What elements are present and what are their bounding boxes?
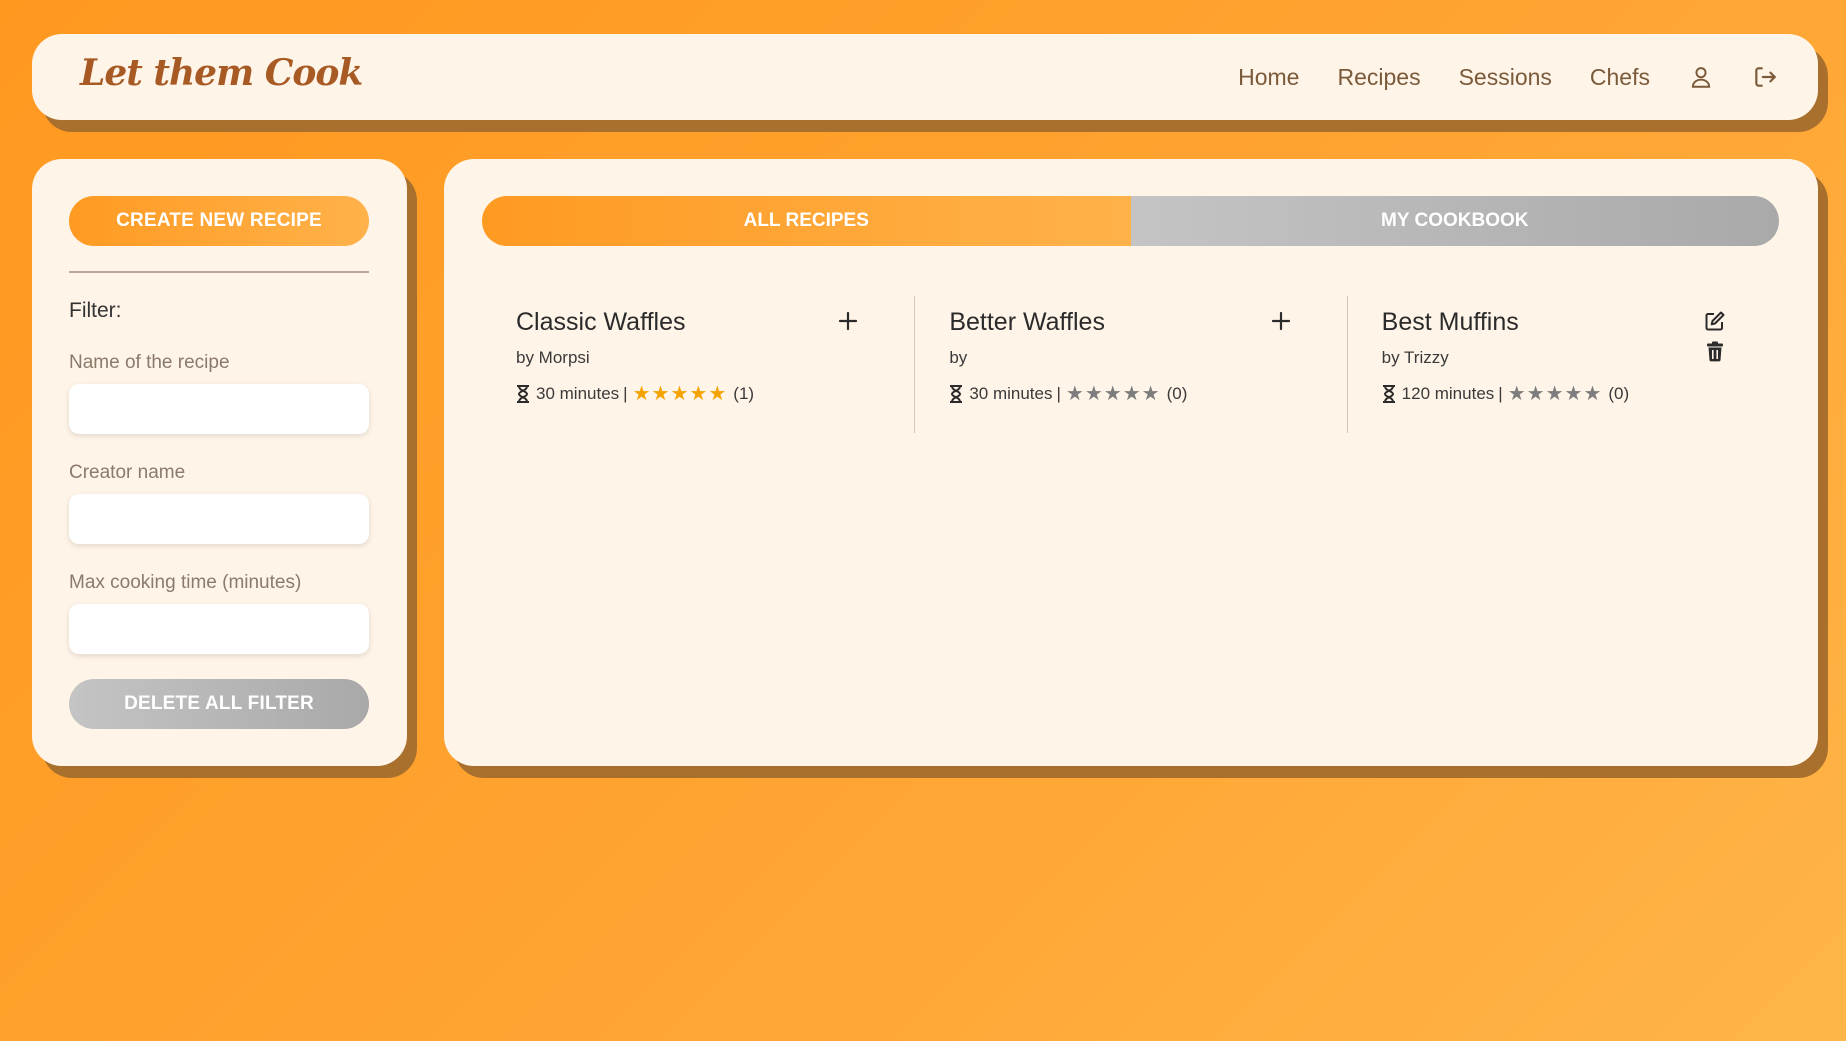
hourglass-icon xyxy=(1382,385,1395,403)
star-filled-icon[interactable]: ★ xyxy=(708,384,726,404)
star-empty-icon[interactable]: ★ xyxy=(1527,384,1545,404)
star-empty-icon[interactable]: ★ xyxy=(1508,384,1526,404)
star-filled-icon[interactable]: ★ xyxy=(633,384,651,404)
star-filled-icon[interactable]: ★ xyxy=(689,384,707,404)
sidebar-divider xyxy=(69,271,369,273)
max-time-label: Max cooking time (minutes) xyxy=(69,572,302,593)
create-recipe-button[interactable]: CREATE NEW RECIPE xyxy=(69,196,369,246)
plus-icon[interactable] xyxy=(837,310,859,332)
star-empty-icon[interactable]: ★ xyxy=(1104,384,1122,404)
trash-icon[interactable] xyxy=(1704,340,1726,362)
max-time-input[interactable] xyxy=(69,604,369,654)
star-filled-icon[interactable]: ★ xyxy=(670,384,688,404)
tab-my-cookbook[interactable]: MY COOKBOOK xyxy=(1130,196,1779,246)
creator-name-input[interactable] xyxy=(69,494,369,544)
user-icon[interactable] xyxy=(1688,64,1714,90)
recipe-meta: 30 minutes | ★ ★ ★ ★ ★ (0) xyxy=(949,384,1187,404)
recipe-title[interactable]: Classic Waffles xyxy=(516,308,685,337)
nav-chefs[interactable]: Chefs xyxy=(1590,64,1650,91)
rating-count: (0) xyxy=(1608,384,1630,403)
star-empty-icon[interactable]: ★ xyxy=(1142,384,1160,404)
rating-stars: ★ ★ ★ ★ ★ xyxy=(1066,384,1160,404)
star-empty-icon[interactable]: ★ xyxy=(1583,384,1601,404)
rating-stars: ★ ★ ★ ★ ★ xyxy=(1508,384,1602,404)
recipe-author: by Morpsi xyxy=(516,348,590,367)
recipes-panel: ALL RECIPES MY COOKBOOK Classic Waffles … xyxy=(444,159,1818,766)
star-empty-icon[interactable]: ★ xyxy=(1066,384,1084,404)
recipe-title[interactable]: Best Muffins xyxy=(1382,308,1519,337)
recipe-name-input[interactable] xyxy=(69,384,369,434)
filter-title: Filter: xyxy=(69,299,122,322)
delete-all-filter-button[interactable]: DELETE ALL FILTER xyxy=(69,679,369,729)
recipe-card[interactable]: Best Muffins by Trizzy 120 minutes | ★ ★ ★… xyxy=(1346,296,1779,433)
star-empty-icon[interactable]: ★ xyxy=(1546,384,1564,404)
meta-separator: | xyxy=(1498,384,1503,403)
tab-all-recipes[interactable]: ALL RECIPES xyxy=(482,196,1131,246)
recipe-title[interactable]: Better Waffles xyxy=(949,308,1105,337)
star-filled-icon[interactable]: ★ xyxy=(652,384,670,404)
logout-icon[interactable] xyxy=(1752,64,1778,90)
recipe-list: Classic Waffles by Morpsi 30 minutes | ★… xyxy=(482,296,1779,433)
rating-count: (0) xyxy=(1166,384,1188,403)
main-nav: Home Recipes Sessions Chefs xyxy=(1238,34,1778,120)
edit-icon[interactable] xyxy=(1704,310,1726,332)
recipe-meta: 120 minutes | ★ ★ ★ ★ ★ (0) xyxy=(1382,384,1630,404)
filter-sidebar: CREATE NEW RECIPE Filter: Name of the re… xyxy=(32,159,407,766)
app-logo[interactable]: Let them Cook xyxy=(80,52,363,94)
recipe-author: by Trizzy xyxy=(1381,348,1449,367)
plus-icon[interactable] xyxy=(1270,310,1292,332)
rating-count: (1) xyxy=(733,384,755,403)
recipe-name-label: Name of the recipe xyxy=(69,352,230,373)
cook-time: 30 minutes xyxy=(536,384,620,403)
hourglass-icon xyxy=(517,385,529,403)
hourglass-icon xyxy=(950,385,963,403)
header-bar: Let them Cook Home Recipes Sessions Chef… xyxy=(32,34,1818,120)
star-empty-icon[interactable]: ★ xyxy=(1565,384,1583,404)
cook-time: 30 minutes xyxy=(969,384,1053,403)
creator-name-label: Creator name xyxy=(69,462,186,483)
recipe-tabs: ALL RECIPES MY COOKBOOK xyxy=(482,196,1779,246)
star-empty-icon[interactable]: ★ xyxy=(1123,384,1141,404)
recipe-card[interactable]: Better Waffles by 30 minutes | ★ ★ ★ ★ ★ (0) xyxy=(914,296,1346,433)
recipe-card[interactable]: Classic Waffles by Morpsi 30 minutes | ★… xyxy=(482,296,914,433)
recipe-author: by xyxy=(949,348,968,367)
recipe-meta: 30 minutes | ★ ★ ★ ★ ★ (1) xyxy=(516,384,754,404)
meta-separator: | xyxy=(623,384,628,403)
rating-stars: ★ ★ ★ ★ ★ xyxy=(633,384,727,404)
star-empty-icon[interactable]: ★ xyxy=(1085,384,1103,404)
nav-home[interactable]: Home xyxy=(1238,64,1299,91)
meta-separator: | xyxy=(1056,384,1061,403)
cook-time: 120 minutes xyxy=(1401,384,1495,403)
nav-recipes[interactable]: Recipes xyxy=(1337,64,1420,91)
nav-sessions[interactable]: Sessions xyxy=(1459,64,1552,91)
